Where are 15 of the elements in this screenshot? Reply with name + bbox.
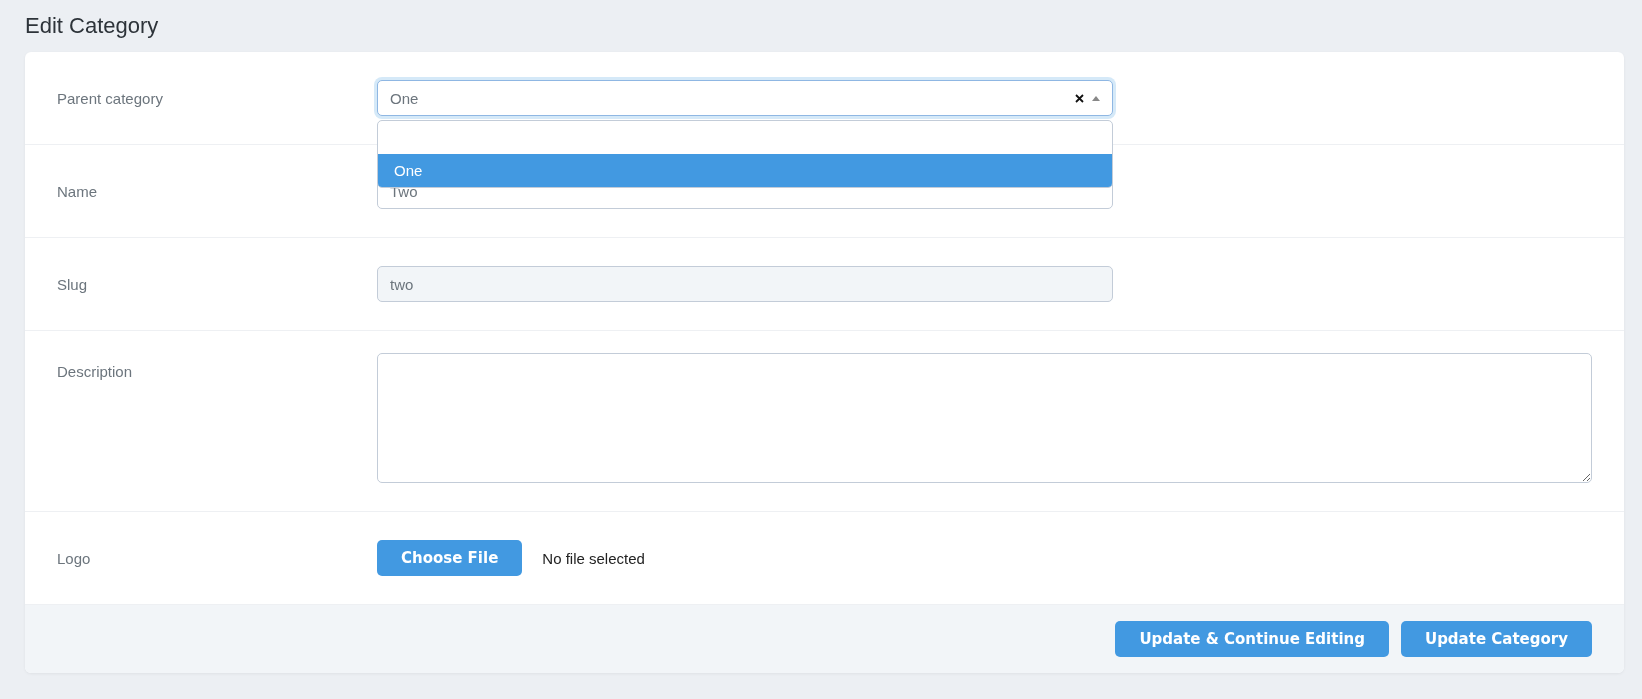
clear-icon[interactable] [1075,93,1084,103]
field-label: Slug [57,275,89,293]
page-title: Edit Category [25,13,159,39]
file-status: No file selected [542,549,645,567]
description-field[interactable] [377,353,1592,483]
parent-select[interactable]: One [377,80,1113,116]
update-button[interactable]: Update & Continue Editing [1115,621,1389,657]
choose-file-button[interactable]: Choose File [377,540,523,576]
caret-icon [1092,95,1100,101]
field-label: Name [57,182,98,200]
dropdown-option[interactable]: One [378,154,1112,187]
field-label: Logo [57,549,92,567]
field-label: Description [57,363,134,380]
update-button[interactable]: Update Category [1400,621,1592,657]
field-label: Parent category [57,89,164,107]
